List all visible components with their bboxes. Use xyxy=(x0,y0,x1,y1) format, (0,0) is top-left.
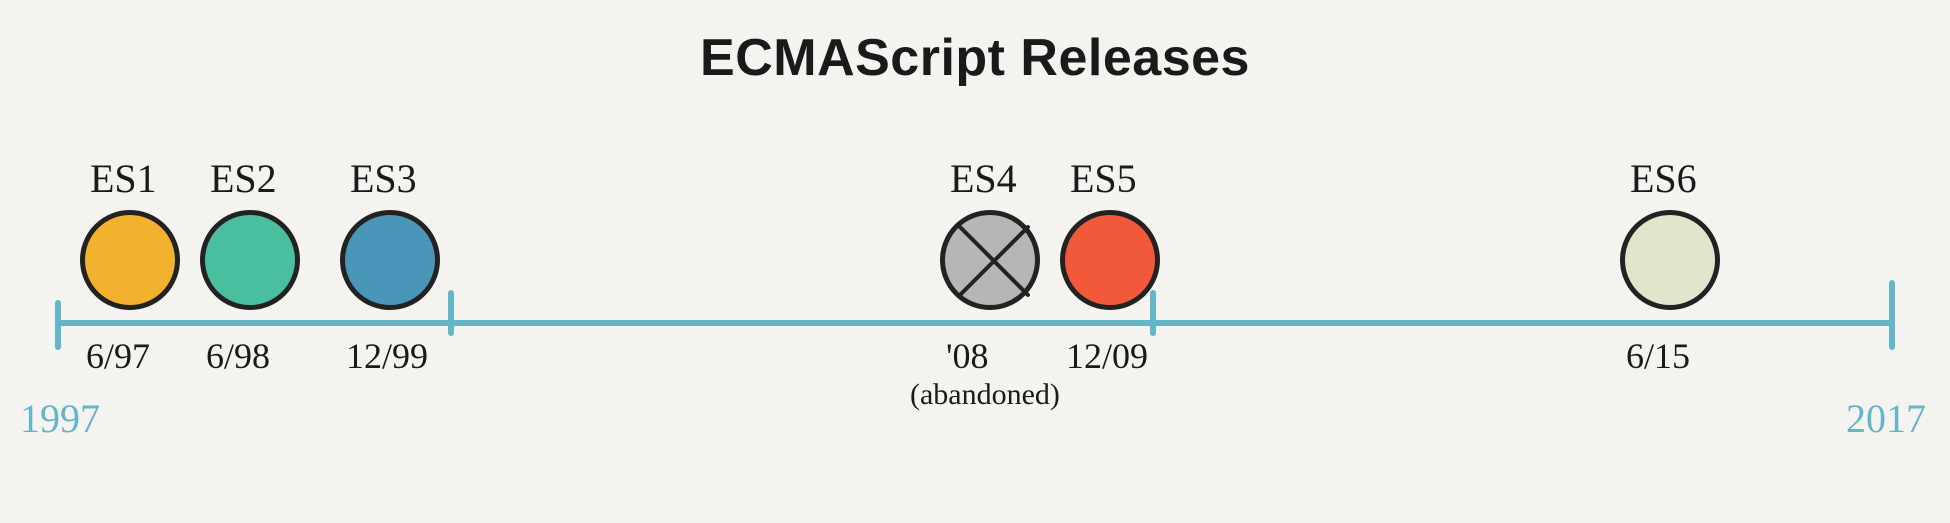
release-name-es4: ES4 xyxy=(950,155,1017,202)
timeline-axis xyxy=(55,320,1895,326)
axis-tick-end xyxy=(1889,280,1895,350)
release-dot-es1 xyxy=(80,210,180,310)
release-date-es1: 6/97 xyxy=(86,335,150,377)
axis-end-label: 2017 xyxy=(1846,395,1926,442)
release-dot-es4 xyxy=(940,210,1040,310)
release-name-es5: ES5 xyxy=(1070,155,1137,202)
release-date-es4: '08 xyxy=(946,335,989,377)
release-date-es2: 6/98 xyxy=(206,335,270,377)
axis-tick-mid-a xyxy=(448,290,454,336)
release-date-es6: 6/15 xyxy=(1626,335,1690,377)
release-note-es4: (abandoned) xyxy=(910,378,1060,412)
release-dot-es3 xyxy=(340,210,440,310)
release-dot-es2 xyxy=(200,210,300,310)
release-name-es6: ES6 xyxy=(1630,155,1697,202)
release-name-es3: ES3 xyxy=(350,155,417,202)
axis-start-label: 1997 xyxy=(20,395,100,442)
release-date-es5: 12/09 xyxy=(1066,335,1148,377)
axis-tick-mid-b xyxy=(1150,290,1156,336)
release-name-es2: ES2 xyxy=(210,155,277,202)
page-title: ECMAScript Releases xyxy=(0,28,1950,88)
release-dot-es5 xyxy=(1060,210,1160,310)
release-date-es3: 12/99 xyxy=(346,335,428,377)
axis-tick-start xyxy=(55,300,61,350)
release-dot-es6 xyxy=(1620,210,1720,310)
release-name-es1: ES1 xyxy=(90,155,157,202)
